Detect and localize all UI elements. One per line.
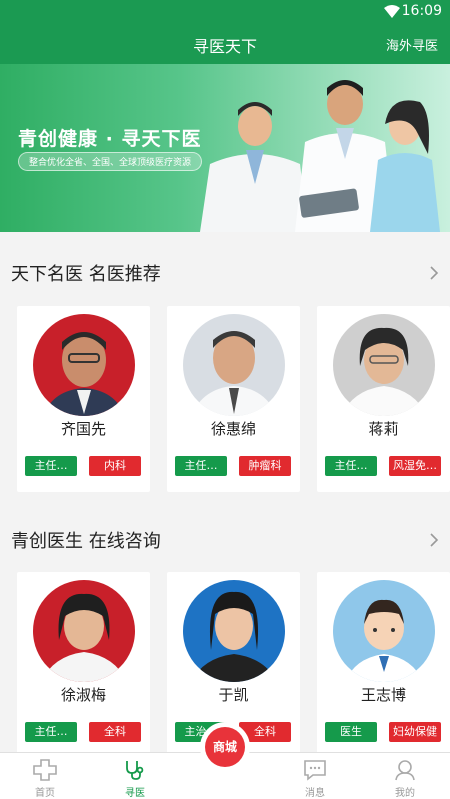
doctor-name: 王志博 bbox=[360, 686, 406, 704]
status-bar: 16:09 bbox=[0, 0, 450, 24]
app-bar: 寻医天下 海外寻医 bbox=[0, 24, 450, 64]
chevron-right-icon[interactable] bbox=[428, 533, 440, 547]
doctor-dept-tag: 妇幼保健 bbox=[389, 722, 441, 742]
section-title-famous: 天下名医 名医推荐 bbox=[11, 264, 161, 285]
doctor-avatar bbox=[183, 580, 285, 682]
overseas-doctor-link[interactable]: 海外寻医 bbox=[386, 35, 438, 54]
doctor-card[interactable]: 蒋莉 主任… 风湿免… bbox=[317, 306, 450, 492]
doctor-avatar bbox=[183, 314, 285, 416]
doctor-dept-tag: 风湿免… bbox=[389, 456, 441, 476]
doctor-name: 蒋莉 bbox=[368, 420, 399, 438]
doctor-name: 于凯 bbox=[218, 686, 249, 704]
doctor-avatar bbox=[33, 314, 135, 416]
nav-item-find-doctor[interactable]: 寻医 bbox=[90, 753, 180, 799]
doctor-avatar bbox=[33, 580, 135, 682]
nav-item-home[interactable]: 首页 bbox=[0, 753, 90, 799]
mall-button[interactable]: 商城 bbox=[200, 722, 250, 772]
doctor-dept-tag: 全科 bbox=[89, 722, 141, 742]
doctor-card[interactable]: 徐淑梅 主任… 全科 bbox=[17, 572, 150, 758]
famous-doctors-section: 天下名医 名医推荐 齐国先 主任… 内科 徐惠绵 主任… 肿瘤科 蒋莉 主任… … bbox=[0, 232, 450, 502]
chevron-right-icon[interactable] bbox=[428, 266, 440, 280]
doctor-title-tag: 医生 bbox=[325, 722, 377, 742]
doctor-name: 徐惠绵 bbox=[210, 420, 256, 438]
nav-item-messages[interactable]: 消息 bbox=[270, 753, 360, 799]
mall-label: 商城 bbox=[205, 727, 245, 767]
doctor-dept-tag: 肿瘤科 bbox=[239, 456, 291, 476]
profile-icon bbox=[395, 760, 415, 781]
doctor-avatar bbox=[333, 314, 435, 416]
home-cross-icon bbox=[33, 759, 57, 781]
doctor-card[interactable]: 齐国先 主任… 内科 bbox=[17, 306, 150, 492]
nav-label-profile: 我的 bbox=[395, 788, 415, 799]
stethoscope-icon bbox=[126, 761, 144, 780]
nav-label-messages: 消息 bbox=[305, 788, 325, 799]
doctor-title-tag: 主任… bbox=[25, 456, 77, 476]
online-consult-section: 青创医生 在线咨询 徐淑梅 主任… 全科 于凯 主治… 全科 王志博 医生 妇幼… bbox=[0, 502, 450, 758]
doctor-dept-tag: 内科 bbox=[89, 456, 141, 476]
nav-label-find-doctor: 寻医 bbox=[125, 788, 145, 799]
promo-banner[interactable]: 青创健康 · 寻天下医 整合优化全省、全国、全球顶级医疗资源 bbox=[0, 64, 450, 232]
banner-subtitle: 整合优化全省、全国、全球顶级医疗资源 bbox=[18, 152, 203, 171]
nav-item-profile[interactable]: 我的 bbox=[360, 753, 450, 799]
doctor-title-tag: 主任… bbox=[325, 456, 377, 476]
section-title-online: 青创医生 在线咨询 bbox=[11, 531, 161, 552]
nav-label-home: 首页 bbox=[35, 788, 55, 799]
doctor-title-tag: 主任… bbox=[25, 722, 77, 742]
page-title: 寻医天下 bbox=[192, 37, 257, 56]
banner-slogan: 青创健康 · 寻天下医 bbox=[18, 128, 202, 150]
doctor-avatar bbox=[333, 580, 435, 682]
message-icon bbox=[304, 760, 326, 781]
doctor-name: 齐国先 bbox=[60, 420, 106, 438]
wifi-icon bbox=[384, 5, 400, 18]
status-time: 16:09 bbox=[401, 3, 442, 19]
doctor-title-tag: 主任… bbox=[175, 456, 227, 476]
doctor-card[interactable]: 王志博 医生 妇幼保健 bbox=[317, 572, 450, 758]
doctor-card[interactable]: 徐惠绵 主任… 肿瘤科 bbox=[167, 306, 300, 492]
doctor-name: 徐淑梅 bbox=[60, 686, 106, 704]
